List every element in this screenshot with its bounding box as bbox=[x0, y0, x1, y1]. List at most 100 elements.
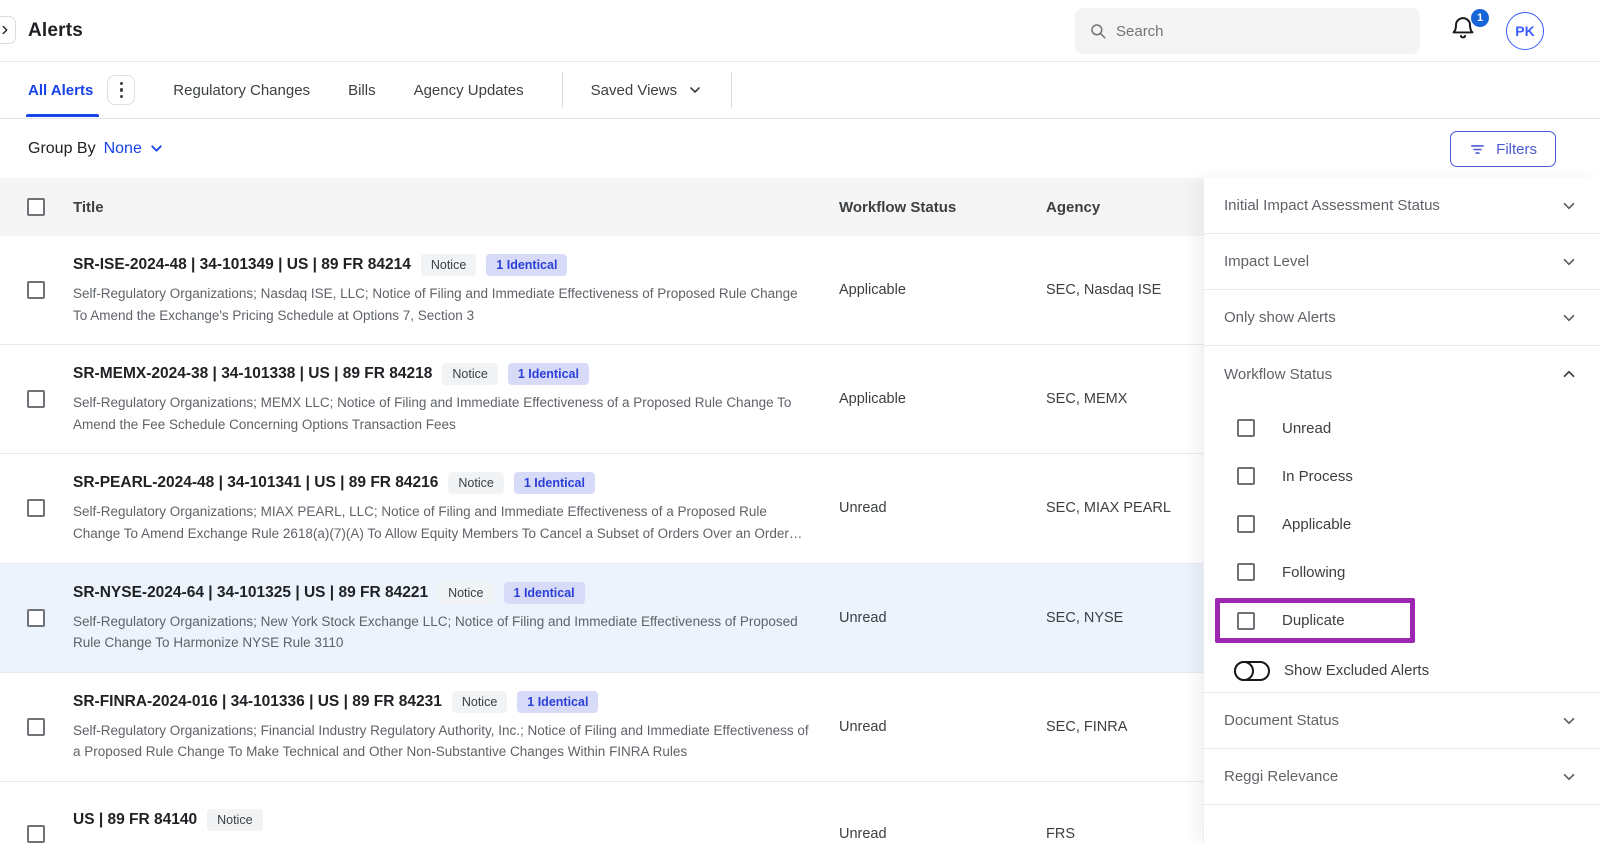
alert-description: Self-Regulatory Organizations; Nasdaq IS… bbox=[73, 283, 809, 326]
chevron-up-icon bbox=[1560, 365, 1578, 383]
group-by-label: Group By bbox=[28, 140, 96, 158]
in-process-checkbox[interactable] bbox=[1237, 467, 1255, 485]
filter-option-duplicate[interactable]: Duplicate bbox=[1237, 603, 1410, 638]
notifications-button[interactable]: 1 bbox=[1449, 13, 1483, 49]
toggle-switch-off[interactable] bbox=[1234, 661, 1270, 681]
unread-checkbox[interactable] bbox=[1237, 419, 1255, 437]
alert-description: Self-Regulatory Organizations; Financial… bbox=[73, 720, 809, 763]
chevron-down-icon bbox=[1560, 309, 1578, 327]
alert-title: SR-NYSE-2024-64 | 34-101325 | US | 89 FR… bbox=[73, 584, 428, 602]
alert-description: Formations of, Acquisitions by, and Merg… bbox=[73, 838, 809, 843]
alert-description: Self-Regulatory Organizations; MIAX PEAR… bbox=[73, 501, 809, 544]
chevron-down-icon bbox=[1560, 253, 1578, 271]
filter-section-label: Impact Level bbox=[1224, 253, 1309, 270]
saved-views-label: Saved Views bbox=[591, 82, 677, 99]
chevron-down-icon bbox=[1560, 712, 1578, 730]
filter-section-initial-impact-assessment-status[interactable]: Initial Impact Assessment Status bbox=[1204, 178, 1600, 234]
filter-section-label: Initial Impact Assessment Status bbox=[1224, 197, 1440, 214]
filters-label: Filters bbox=[1496, 141, 1537, 158]
page-title: Alerts bbox=[28, 20, 83, 42]
following-checkbox[interactable] bbox=[1237, 563, 1255, 581]
row-checkbox[interactable] bbox=[27, 609, 45, 627]
duplicate-checkbox[interactable] bbox=[1237, 612, 1255, 630]
row-checkbox[interactable] bbox=[27, 718, 45, 736]
filter-icon bbox=[1469, 141, 1486, 158]
filter-section-document-status[interactable]: Document Status bbox=[1204, 693, 1600, 749]
group-by-value: None bbox=[104, 140, 142, 158]
workflow-status-options: Unread In Process Applicable Following D… bbox=[1204, 402, 1600, 649]
chevron-right-icon bbox=[0, 23, 12, 37]
filter-section-reggi-relevance[interactable]: Reggi Relevance bbox=[1204, 749, 1600, 805]
filter-option-label: Following bbox=[1282, 564, 1345, 581]
top-header: Alerts 1 PK bbox=[0, 0, 1600, 62]
group-by-control: Group By None bbox=[28, 140, 165, 158]
kebab-icon bbox=[120, 82, 124, 86]
search-input[interactable] bbox=[1116, 23, 1406, 40]
filter-section-only-show-alerts[interactable]: Only show Alerts bbox=[1204, 290, 1600, 346]
workflow-status-cell: Unread bbox=[839, 719, 1046, 735]
toggle-label: Show Excluded Alerts bbox=[1284, 662, 1429, 679]
alert-title: US | 89 FR 84140 bbox=[73, 811, 197, 829]
notice-badge: Notice bbox=[438, 582, 493, 604]
alert-description: Self-Regulatory Organizations; New York … bbox=[73, 611, 809, 654]
tab-regulatory-changes[interactable]: Regulatory Changes bbox=[173, 64, 310, 117]
notice-badge: Notice bbox=[452, 691, 507, 713]
filter-option-in-process[interactable]: In Process bbox=[1237, 452, 1600, 500]
tab-divider bbox=[731, 72, 732, 108]
row-checkbox[interactable] bbox=[27, 281, 45, 299]
tab-options-kebab-button[interactable] bbox=[107, 75, 135, 105]
tab-divider bbox=[562, 72, 563, 108]
filter-option-label: Applicable bbox=[1282, 516, 1351, 533]
search-box[interactable] bbox=[1075, 8, 1420, 54]
filter-section-workflow-status[interactable]: Workflow Status bbox=[1204, 346, 1600, 402]
search-icon bbox=[1089, 22, 1107, 40]
row-checkbox[interactable] bbox=[27, 390, 45, 408]
filter-section-impact-level[interactable]: Impact Level bbox=[1204, 234, 1600, 290]
filter-section-label: Only show Alerts bbox=[1224, 309, 1336, 326]
alert-description: Self-Regulatory Organizations; MEMX LLC;… bbox=[73, 392, 809, 435]
filter-option-label: Duplicate bbox=[1282, 612, 1345, 629]
identical-badge[interactable]: 1 Identical bbox=[504, 582, 585, 604]
applicable-checkbox[interactable] bbox=[1237, 515, 1255, 533]
workflow-status-cell: Applicable bbox=[839, 282, 1046, 298]
filter-option-following[interactable]: Following bbox=[1237, 548, 1600, 596]
row-checkbox[interactable] bbox=[27, 499, 45, 517]
identical-badge[interactable]: 1 Identical bbox=[486, 254, 567, 276]
chevron-down-icon bbox=[687, 82, 703, 98]
list-toolbar: Group By None Filters bbox=[0, 119, 1600, 178]
notice-badge: Notice bbox=[448, 472, 503, 494]
filter-option-unread[interactable]: Unread bbox=[1237, 404, 1600, 452]
identical-badge[interactable]: 1 Identical bbox=[514, 472, 595, 494]
filter-panel: Initial Impact Assessment Status Impact … bbox=[1203, 178, 1600, 843]
identical-badge[interactable]: 1 Identical bbox=[508, 363, 589, 385]
column-header-title: Title bbox=[73, 199, 839, 216]
filter-section-label: Document Status bbox=[1224, 712, 1339, 729]
workflow-status-cell: Unread bbox=[839, 610, 1046, 626]
alert-title: SR-FINRA-2024-016 | 34-101336 | US | 89 … bbox=[73, 693, 442, 711]
chevron-down-icon bbox=[1560, 197, 1578, 215]
saved-views-dropdown[interactable]: Saved Views bbox=[591, 82, 703, 99]
show-excluded-alerts-toggle-row[interactable]: Show Excluded Alerts bbox=[1204, 649, 1600, 693]
notice-badge: Notice bbox=[421, 254, 476, 276]
user-avatar[interactable]: PK bbox=[1506, 12, 1544, 50]
notice-badge: Notice bbox=[207, 809, 262, 831]
expand-sidebar-button[interactable] bbox=[0, 16, 16, 44]
chevron-down-icon bbox=[1560, 768, 1578, 786]
chevron-down-icon bbox=[148, 140, 165, 157]
workflow-status-cell: Applicable bbox=[839, 391, 1046, 407]
filter-option-label: Unread bbox=[1282, 420, 1331, 437]
tab-all-alerts[interactable]: All Alerts bbox=[28, 64, 93, 117]
select-all-checkbox[interactable] bbox=[27, 198, 45, 216]
group-by-dropdown[interactable]: None bbox=[104, 140, 165, 158]
workflow-status-cell: Unread bbox=[839, 826, 1046, 842]
notification-count-badge: 1 bbox=[1471, 9, 1489, 27]
column-header-workflow-status: Workflow Status bbox=[839, 199, 1046, 216]
tab-bills[interactable]: Bills bbox=[348, 64, 376, 117]
alert-title: SR-MEMX-2024-38 | 34-101338 | US | 89 FR… bbox=[73, 365, 432, 383]
identical-badge[interactable]: 1 Identical bbox=[517, 691, 598, 713]
tab-agency-updates[interactable]: Agency Updates bbox=[414, 64, 524, 117]
filter-section-label: Workflow Status bbox=[1224, 366, 1332, 383]
filters-button[interactable]: Filters bbox=[1450, 131, 1556, 167]
row-checkbox[interactable] bbox=[27, 825, 45, 843]
filter-option-applicable[interactable]: Applicable bbox=[1237, 500, 1600, 548]
